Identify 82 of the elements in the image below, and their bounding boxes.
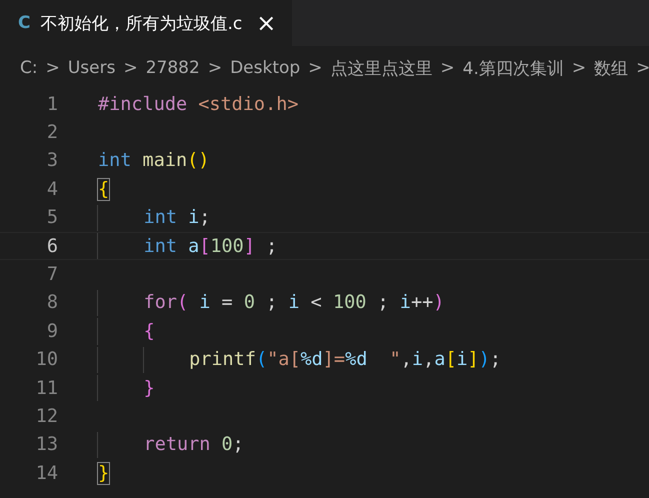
line-number: 7 bbox=[46, 264, 58, 286]
code-token: main bbox=[142, 150, 188, 172]
code-token: } bbox=[144, 378, 155, 399]
line-number: 9 bbox=[46, 320, 58, 342]
code-token: { bbox=[98, 178, 110, 200]
breadcrumb-item[interactable]: 点这里点这里 bbox=[330, 56, 432, 80]
code-token: i bbox=[412, 349, 424, 370]
line-number: 5 bbox=[46, 207, 58, 228]
code-token: [ bbox=[445, 349, 456, 370]
breadcrumb-item[interactable]: 数组 bbox=[594, 56, 628, 80]
code-token: i bbox=[288, 292, 300, 314]
breadcrumb-item[interactable]: C: bbox=[20, 58, 38, 78]
line-number: 3 bbox=[46, 150, 58, 172]
code-token: return bbox=[144, 434, 210, 456]
line-number: 10 bbox=[34, 349, 58, 370]
editor-tab[interactable]: C 不初始化，所有为垃圾值.c × bbox=[0, 0, 292, 46]
code-token: ] bbox=[244, 236, 255, 257]
code-token: <stdio.h> bbox=[197, 94, 298, 115]
line-number: 12 bbox=[34, 406, 58, 427]
code-token: a bbox=[187, 236, 200, 257]
breadcrumb-item[interactable]: 4.第四次集训 bbox=[462, 56, 564, 80]
breadcrumb-item[interactable]: Users bbox=[68, 58, 116, 78]
code-token: i bbox=[198, 292, 210, 314]
line-number: 4 bbox=[46, 178, 58, 200]
code-token: 100 bbox=[332, 292, 366, 314]
code-token: < bbox=[310, 292, 323, 314]
close-button[interactable]: × bbox=[256, 11, 276, 35]
line-number: 13 bbox=[34, 434, 58, 456]
code-token: for bbox=[144, 292, 177, 314]
line-number: 2 bbox=[46, 122, 58, 144]
code-token: int bbox=[98, 150, 132, 172]
line-number: 14 bbox=[34, 462, 58, 484]
breadcrumb-item[interactable]: 27882 bbox=[146, 58, 200, 78]
code-token: i bbox=[456, 349, 468, 370]
code-token: () bbox=[187, 150, 210, 172]
code-token: int bbox=[144, 236, 177, 257]
code-token: ( bbox=[176, 292, 188, 314]
code-token: ; bbox=[199, 207, 210, 228]
code-token: ; bbox=[232, 434, 244, 456]
chevron-icon: > bbox=[636, 58, 649, 78]
code-token: i bbox=[400, 292, 411, 314]
code-token: , bbox=[423, 349, 434, 370]
code-token: #include bbox=[98, 94, 188, 115]
code-token: ]= bbox=[322, 349, 346, 370]
code-token: ; bbox=[376, 292, 390, 314]
code-token: a bbox=[434, 349, 446, 370]
code-token: ) bbox=[433, 292, 444, 314]
code-token: ; bbox=[490, 349, 502, 370]
line-number: 1 bbox=[46, 94, 58, 115]
line-number: 11 bbox=[34, 378, 58, 399]
code-token: } bbox=[98, 462, 110, 484]
chevron-icon: > bbox=[208, 58, 222, 78]
code-token: printf bbox=[189, 349, 256, 370]
code-token: { bbox=[144, 320, 155, 342]
code-token: i bbox=[187, 207, 200, 228]
code-token: ] bbox=[468, 349, 479, 370]
line-number: 6 bbox=[46, 236, 58, 257]
code-token: ( bbox=[256, 349, 268, 370]
chevron-icon: > bbox=[46, 58, 60, 78]
code-token: %d bbox=[345, 349, 368, 370]
chevron-icon: > bbox=[123, 58, 138, 78]
code-token: " bbox=[388, 349, 401, 370]
line-number: 8 bbox=[46, 292, 58, 314]
code-token: 0 bbox=[244, 292, 255, 314]
code-token: ++ bbox=[410, 292, 434, 314]
code-token: 100 bbox=[210, 236, 244, 257]
code-token: [ bbox=[199, 236, 210, 257]
code-token: ) bbox=[478, 349, 490, 370]
breadcrumb-item[interactable]: Desktop bbox=[230, 58, 300, 78]
code-token: "a[ bbox=[267, 349, 301, 370]
c-file-icon: C bbox=[18, 13, 30, 33]
code-token: , bbox=[400, 349, 412, 370]
code-token: %d bbox=[300, 349, 323, 370]
code-token: ; bbox=[265, 292, 278, 314]
code-token: = bbox=[220, 292, 234, 314]
chevron-icon: > bbox=[440, 58, 455, 78]
tab-label: 不初始化，所有为垃圾值.c bbox=[40, 12, 242, 34]
code-token: ; bbox=[265, 236, 278, 257]
chevron-icon: > bbox=[308, 58, 322, 78]
chevron-icon: > bbox=[572, 58, 586, 78]
code-token: 0 bbox=[220, 434, 233, 456]
code-token: int bbox=[144, 207, 177, 228]
